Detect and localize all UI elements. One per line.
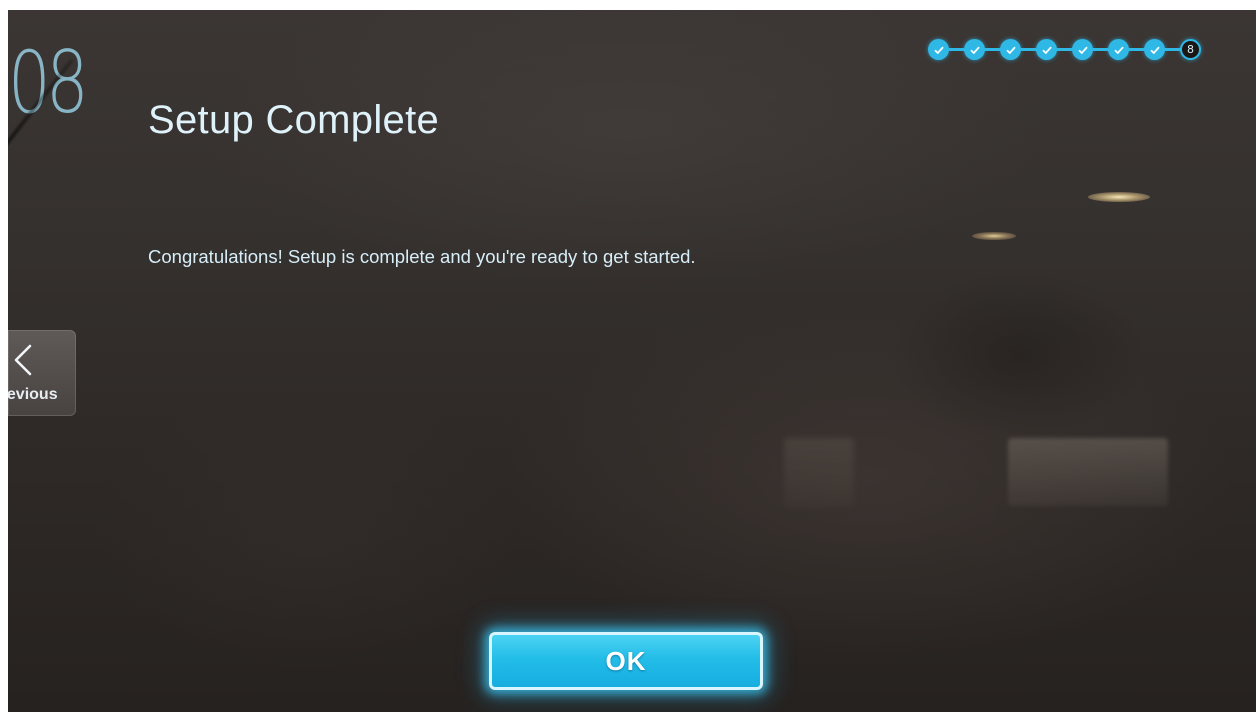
setup-complete-message: Congratulations! Setup is complete and y… [148, 246, 696, 267]
progress-step-3-complete [1000, 39, 1021, 60]
step-number: 08 [8, 33, 89, 133]
check-icon [1005, 46, 1016, 54]
check-icon [1149, 46, 1160, 54]
screen-reflection-window [1008, 438, 1168, 506]
progress-step-1-complete [928, 39, 949, 60]
screen-reflection-light [1088, 192, 1150, 202]
progress-step-5-complete [1072, 39, 1093, 60]
progress-step-2-complete [964, 39, 985, 60]
progress-step-4-complete [1036, 39, 1057, 60]
setup-progress-indicator: 8 [928, 38, 1208, 62]
check-icon [933, 46, 944, 54]
progress-step-8-current: 8 [1180, 39, 1201, 60]
ok-button[interactable]: OK [489, 632, 763, 690]
check-icon [1113, 46, 1124, 54]
screen-reflection-figure [888, 270, 1148, 440]
check-icon [1077, 46, 1088, 54]
current-step-label: 8 [1187, 43, 1194, 56]
previous-button-label: Previous [8, 386, 58, 403]
check-icon [969, 46, 980, 54]
progress-step-6-complete [1108, 39, 1129, 60]
previous-button[interactable]: Previous [8, 330, 76, 416]
tv-screen: 08 Setup Complete Congratulations! Setup… [8, 10, 1256, 712]
screen-reflection-window-small [784, 438, 854, 508]
page-title: Setup Complete [148, 98, 440, 142]
progress-step-7-complete [1144, 39, 1165, 60]
check-icon [1041, 46, 1052, 54]
chevron-left-icon [14, 344, 32, 376]
screen-reflection-light-small [972, 232, 1016, 240]
photo-frame: 08 Setup Complete Congratulations! Setup… [0, 0, 1260, 712]
